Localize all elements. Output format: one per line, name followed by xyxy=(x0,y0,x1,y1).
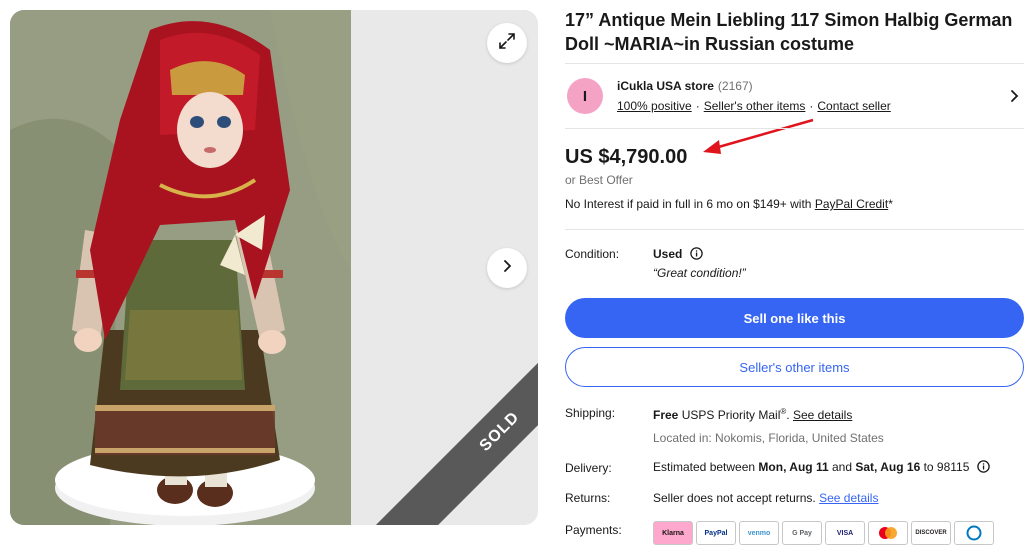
seller-name[interactable]: iCukla USA store (2167) xyxy=(617,79,753,93)
returns-label: Returns: xyxy=(565,491,611,505)
delivery-and: and xyxy=(828,460,856,474)
item-title: 17” Antique Mein Liebling 117 Simon Halb… xyxy=(565,10,1013,54)
delivery-start: Mon, Aug 11 xyxy=(758,460,829,474)
image-gallery: SOLD xyxy=(10,10,538,525)
seller-feedback-count: (2167) xyxy=(717,79,753,93)
condition-quote: “Great condition!” xyxy=(653,266,746,280)
returns-value: Seller does not accept returns. See deta… xyxy=(653,491,878,505)
seller-name-text[interactable]: iCukla USA store xyxy=(617,79,714,93)
condition-value: Used xyxy=(653,247,703,263)
item-location: Located in: Nokomis, Florida, United Sta… xyxy=(653,431,884,445)
separator: · xyxy=(809,99,814,113)
payment-methods: Klarna PayPal venmo G Pay VISA DISCOVER xyxy=(653,521,994,545)
item-details: 17” Antique Mein Liebling 117 Simon Halb… xyxy=(565,0,1024,545)
shipping-label: Shipping: xyxy=(565,406,616,420)
sellers-other-items-button[interactable]: Seller's other items xyxy=(565,347,1024,387)
delivery-end: Sat, Aug 16 xyxy=(855,460,921,474)
paypal-logo-icon: PayPal xyxy=(696,521,736,545)
credit-text: No Interest if paid in full in 6 mo on $… xyxy=(565,197,815,211)
best-offer-text: or Best Offer xyxy=(565,173,633,187)
discover-logo-icon: DISCOVER xyxy=(911,521,951,545)
chevron-right-icon[interactable] xyxy=(1009,89,1021,108)
seller-other-items-link[interactable]: Seller's other items xyxy=(704,99,806,113)
separator: · xyxy=(695,99,700,113)
visa-logo-icon: VISA xyxy=(825,521,865,545)
sell-one-like-this-button[interactable]: Sell one like this xyxy=(565,298,1024,338)
google-pay-logo-icon: G Pay xyxy=(782,521,822,545)
paypal-credit-line: No Interest if paid in full in 6 mo on $… xyxy=(565,197,893,211)
listing-photo[interactable] xyxy=(10,10,351,525)
delivery-zip: to 98115 xyxy=(920,460,970,474)
info-icon[interactable] xyxy=(977,460,990,476)
delivery-label: Delivery: xyxy=(565,461,612,475)
delivery-prefix: Estimated between xyxy=(653,460,759,474)
expand-icon xyxy=(498,32,516,55)
next-image-button[interactable] xyxy=(487,248,527,288)
seller-links: 100% positive · Seller's other items · Conta… xyxy=(617,99,891,113)
shipping-free: Free xyxy=(653,408,679,422)
chevron-right-icon xyxy=(500,259,514,278)
divider xyxy=(565,229,1024,230)
venmo-logo-icon: venmo xyxy=(739,521,779,545)
divider xyxy=(565,63,1024,64)
expand-image-button[interactable] xyxy=(487,23,527,63)
shipping-value: Free USPS Priority Mail®. See details xyxy=(653,407,852,422)
returns-see-details-link[interactable]: See details xyxy=(819,491,878,505)
divider xyxy=(565,128,1024,129)
credit-asterisk: * xyxy=(888,197,893,211)
info-icon[interactable] xyxy=(689,247,703,263)
delivery-value: Estimated between Mon, Aug 11 and Sat, A… xyxy=(653,460,990,476)
shipping-see-details-link[interactable]: See details xyxy=(793,408,852,422)
positive-feedback-link[interactable]: 100% positive xyxy=(617,99,692,113)
shipping-service: USPS Priority Mail xyxy=(678,408,781,422)
item-price: US $4,790.00 xyxy=(565,146,688,168)
mastercard-logo-icon xyxy=(868,521,908,545)
condition-label: Condition: xyxy=(565,247,620,261)
seller-avatar[interactable]: I xyxy=(567,78,603,114)
paypal-credit-link[interactable]: PayPal Credit xyxy=(815,197,888,211)
diners-logo-icon xyxy=(954,521,994,545)
returns-text: Seller does not accept returns. xyxy=(653,491,820,505)
condition-text: Used xyxy=(653,247,683,261)
contact-seller-link[interactable]: Contact seller xyxy=(817,99,890,113)
shipping-dot: . xyxy=(786,408,793,422)
klarna-logo-icon: Klarna xyxy=(653,521,693,545)
